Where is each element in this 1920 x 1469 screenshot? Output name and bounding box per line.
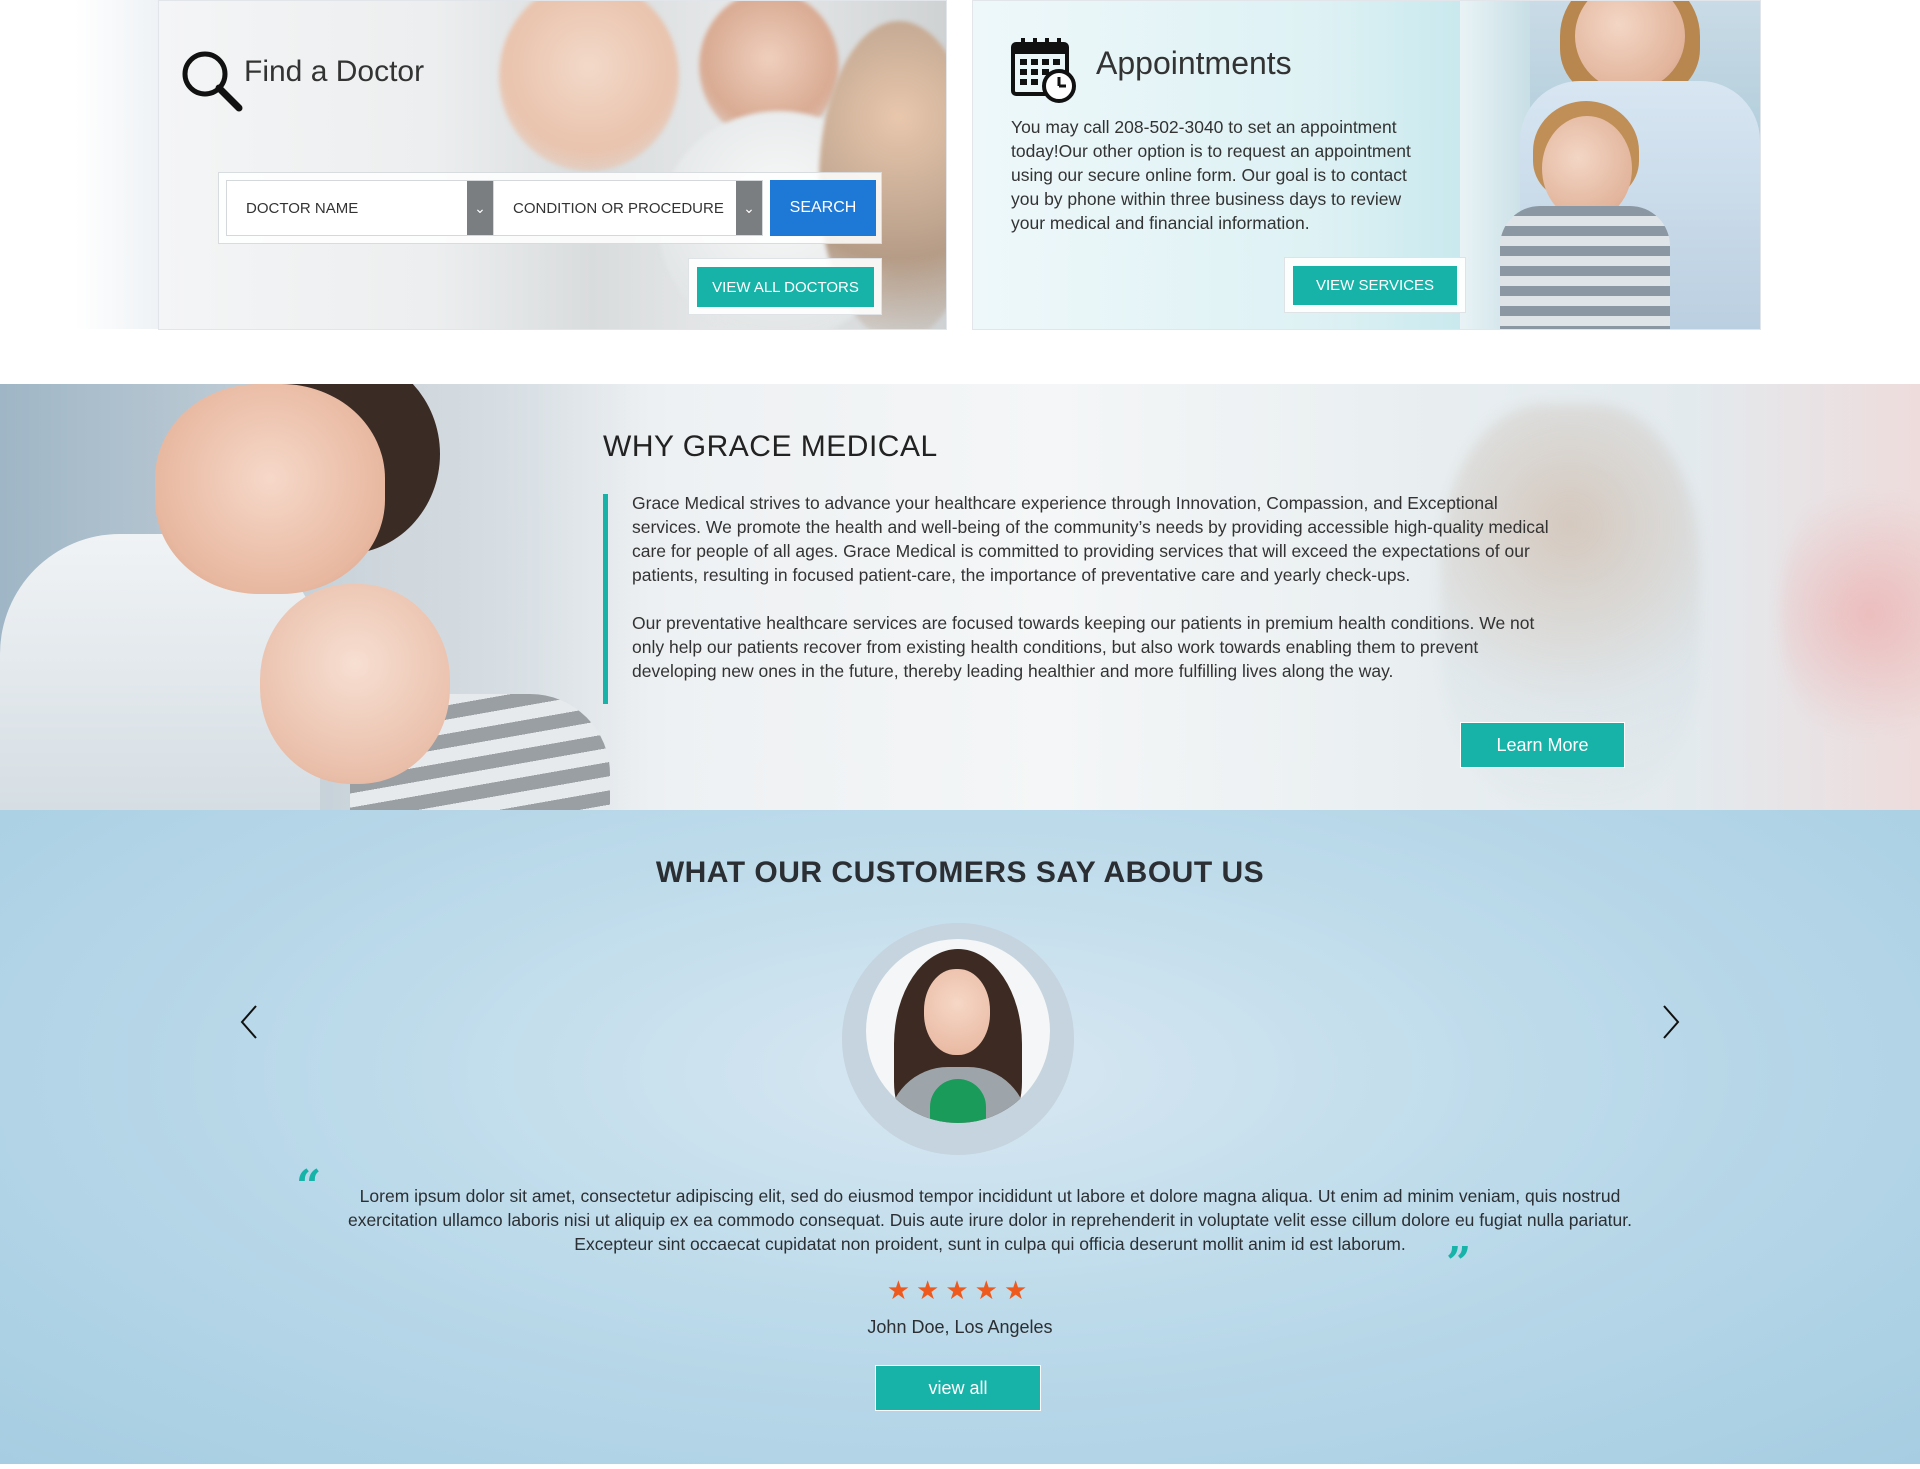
why-section: WHY GRACE MEDICAL Grace Medical strives … <box>0 384 1920 810</box>
chevron-down-icon: ⌄ <box>736 181 762 235</box>
why-title: WHY GRACE MEDICAL <box>603 430 938 463</box>
left-fade-decoration <box>75 0 160 329</box>
doctor-child-photo <box>0 384 640 810</box>
doctor-search-form: DOCTOR NAME ⌄ CONDITION OR PROCEDURE ⌄ S… <box>218 172 882 244</box>
appointments-description: You may call 208-502-3040 to set an appo… <box>1011 117 1411 233</box>
child-shirt-photo <box>1500 206 1670 329</box>
find-doctor-card: Find a Doctor DOCTOR NAME ⌄ CONDITION OR… <box>158 0 947 330</box>
star-rating: ★★★★★ <box>886 1275 1034 1305</box>
why-paragraph: Grace Medical strives to advance your he… <box>632 493 1549 585</box>
why-body: Grace Medical strives to advance your he… <box>632 491 1552 707</box>
chevron-left-icon[interactable] <box>236 1002 266 1042</box>
view-all-doctors-frame: VIEW ALL DOCTORS <box>688 258 882 315</box>
view-services-frame: VIEW SERVICES <box>1284 257 1466 313</box>
chevron-down-icon: ⌄ <box>467 181 493 235</box>
condition-select[interactable]: CONDITION OR PROCEDURE ⌄ <box>494 180 763 236</box>
learn-more-button[interactable]: Learn More <box>1460 722 1625 768</box>
quote-open-icon: “ <box>296 1161 322 1212</box>
avatar-frame <box>842 923 1074 1155</box>
view-all-doctors-button[interactable]: VIEW ALL DOCTORS <box>697 267 874 307</box>
condition-select-label: CONDITION OR PROCEDURE <box>513 199 724 217</box>
background-photo-mother-child <box>1460 1 1760 329</box>
chevron-right-icon[interactable] <box>1654 1002 1684 1042</box>
testimonials-title: WHAT OUR CUSTOMERS SAY ABOUT US <box>655 856 1265 889</box>
calendar-clock-icon <box>1011 38 1076 103</box>
view-services-button[interactable]: VIEW SERVICES <box>1293 266 1457 305</box>
avatar-face <box>924 969 990 1055</box>
view-all-button[interactable]: view all <box>875 1365 1041 1411</box>
avatar <box>866 939 1050 1123</box>
why-paragraph: Our preventative healthcare services are… <box>632 613 1535 681</box>
background-photo-girl <box>499 1 679 171</box>
find-doctor-title: Find a Doctor <box>244 55 425 88</box>
testimonials-section: WHAT OUR CUSTOMERS SAY ABOUT US “ Lorem … <box>0 810 1920 1464</box>
appointments-title: Appointments <box>1096 45 1292 81</box>
search-button[interactable]: SEARCH <box>770 180 876 236</box>
search-icon <box>182 51 243 112</box>
doctor-face-photo <box>155 384 385 594</box>
appointments-card: Appointments You may call 208-502-3040 t… <box>972 0 1761 330</box>
doctor-name-select-label: DOCTOR NAME <box>246 199 359 217</box>
doctor-name-select[interactable]: DOCTOR NAME ⌄ <box>226 180 494 236</box>
accent-bar <box>603 494 608 704</box>
testimonial-author: John Doe, Los Angeles <box>867 1317 1053 1337</box>
blurred-background-photo <box>1780 464 1920 764</box>
child-face-photo <box>260 584 450 784</box>
